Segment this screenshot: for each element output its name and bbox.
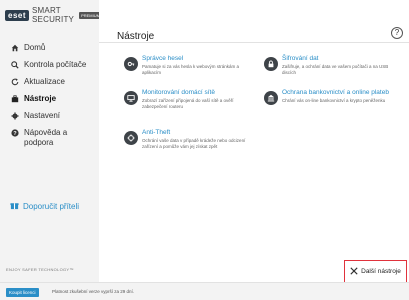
- recommend-friend-link[interactable]: Doporučit příteli: [10, 201, 79, 212]
- sidebar-item-label: Domů: [24, 43, 46, 52]
- tool-home-network-monitor[interactable]: Monitorování domácí sítě Zobrazí zařízen…: [124, 89, 259, 110]
- bank-icon: [264, 91, 278, 105]
- briefcase-icon: [10, 94, 19, 103]
- eset-logo: eset: [5, 9, 30, 21]
- tool-description: Pamatuje si za vás hesla k webovým strán…: [142, 64, 240, 75]
- password-manager-icon: [124, 57, 138, 71]
- tool-description: Chrání vás on-line bankovnictví a krypto…: [282, 98, 386, 103]
- sidebar-item-home[interactable]: Domů: [0, 40, 99, 57]
- sidebar-item-update[interactable]: Aktualizace: [0, 74, 99, 91]
- footer-tagline: ENJOY SAFER TECHNOLOGY™: [6, 267, 74, 272]
- sidebar-item-label: Nápověda a podpora: [24, 128, 68, 147]
- home-icon: [10, 43, 19, 52]
- svg-text:?: ?: [13, 131, 17, 137]
- tool-title: Monitorování domácí sítě: [142, 89, 215, 96]
- help-button[interactable]: ?: [391, 27, 403, 39]
- sidebar-item-label: Nástroje: [24, 94, 57, 103]
- anti-theft-icon: [124, 131, 138, 145]
- sidebar: eset SMART SECURITY PREMIUM Domů Kontrol…: [0, 0, 102, 300]
- search-icon: [10, 60, 19, 69]
- lock-icon: [264, 57, 278, 71]
- tool-anti-theft[interactable]: Anti-Theft Ochrání vaše data v případě k…: [124, 129, 259, 150]
- status-bar: Koupit licenci Platnost zkušební verze v…: [0, 282, 409, 300]
- title-divider: [99, 42, 409, 43]
- tool-title: Ochrana bankovnictví a online plateb: [282, 89, 389, 96]
- gear-icon: [10, 111, 19, 120]
- sidebar-item-settings[interactable]: Nastavení: [0, 108, 99, 125]
- tool-data-encryption[interactable]: Šifrování dat Zašifruje, a ochrání data …: [264, 55, 399, 76]
- tool-title: Šifrování dat: [282, 55, 319, 62]
- logo: eset SMART SECURITY PREMIUM: [5, 6, 102, 24]
- tool-description: Ochrání vaše data v případě krádeže nebo…: [142, 138, 246, 149]
- wrench-icon: [350, 266, 358, 277]
- product-name: SMART SECURITY: [32, 6, 75, 24]
- tool-password-manager[interactable]: Správce hesel Pamatuje si za vás hesla k…: [124, 55, 259, 76]
- sidebar-item-label: Kontrola počítače: [24, 60, 87, 69]
- sidebar-item-tools[interactable]: Nástroje: [0, 91, 99, 108]
- sidebar-item-label: Nastavení: [24, 111, 61, 120]
- tool-banking-protection[interactable]: Ochrana bankovnictví a online plateb Chr…: [264, 89, 399, 105]
- refresh-icon: [10, 77, 19, 86]
- tool-title: Anti-Theft: [142, 129, 171, 136]
- license-status: Platnost zkušební verze vyprší za 29 dní…: [52, 289, 135, 294]
- gift-icon: [10, 201, 19, 212]
- sidebar-item-label: Aktualizace: [24, 77, 65, 86]
- help-icon: ?: [10, 128, 19, 137]
- network-icon: [124, 91, 138, 105]
- tool-title: Správce hesel: [142, 55, 184, 62]
- app-window: eset SMART SECURITY PREMIUM Domů Kontrol…: [0, 0, 409, 300]
- tool-description: Zobrazí zařízení připojená do vaší sítě …: [142, 98, 234, 109]
- more-tools-label: Další nástroje: [361, 268, 401, 275]
- buy-license-button[interactable]: Koupit licenci: [6, 288, 39, 297]
- more-tools-button[interactable]: Další nástroje: [344, 260, 407, 283]
- sidebar-item-help[interactable]: ? Nápověda a podpora: [0, 125, 99, 153]
- sidebar-item-scan[interactable]: Kontrola počítače: [0, 57, 99, 74]
- main-panel: Nástroje ? Správce hesel Pamatuje si za …: [99, 0, 409, 282]
- tool-description: Zašifruje, a ochrání data ve vašem počít…: [282, 64, 389, 75]
- page-title: Nástroje: [117, 31, 155, 42]
- recommend-label: Doporučit příteli: [23, 202, 80, 211]
- sidebar-nav: Domů Kontrola počítače Aktualizace Nástr…: [0, 40, 99, 153]
